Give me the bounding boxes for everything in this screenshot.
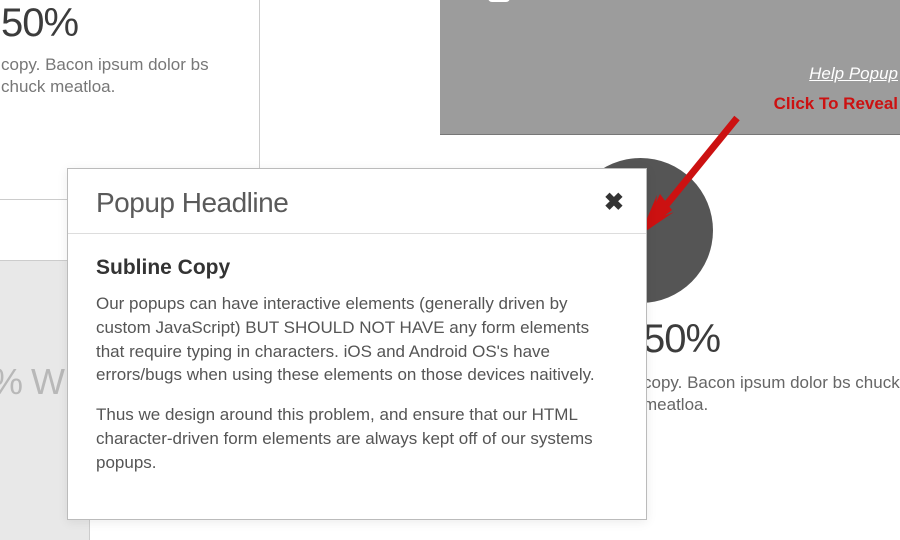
popup-subline: Subline Copy xyxy=(96,256,618,280)
popup-header: Popup Headline ✖ xyxy=(68,169,646,234)
left-pct: 50% xyxy=(1,1,239,46)
left-copy: copy. Bacon ipsum dolor bs chuck meatloa… xyxy=(1,54,239,98)
checkbox-row: Show Last Section xyxy=(440,0,900,2)
popup-body: Subline Copy Our popups can have interac… xyxy=(68,234,646,519)
right-copy: copy. Bacon ipsum dolor bs chuck meatloa… xyxy=(643,372,900,416)
popup-paragraph-2: Thus we design around this problem, and … xyxy=(96,403,618,474)
popup-dialog: Popup Headline ✖ Subline Copy Our popups… xyxy=(67,168,647,520)
options-panel: Show Last Section Help Popup Click To Re… xyxy=(440,0,900,135)
help-popup-link[interactable]: Help Popup xyxy=(809,64,898,84)
click-to-reveal-label: Click To Reveal xyxy=(774,94,898,114)
popup-title: Popup Headline xyxy=(96,187,288,219)
show-last-section-checkbox[interactable] xyxy=(488,0,510,2)
right-pct: 50% xyxy=(643,317,900,362)
close-icon[interactable]: ✖ xyxy=(604,191,624,215)
popup-paragraph-1: Our popups can have interactive elements… xyxy=(96,292,618,387)
checkbox-label: Show Last Section xyxy=(524,0,681,2)
